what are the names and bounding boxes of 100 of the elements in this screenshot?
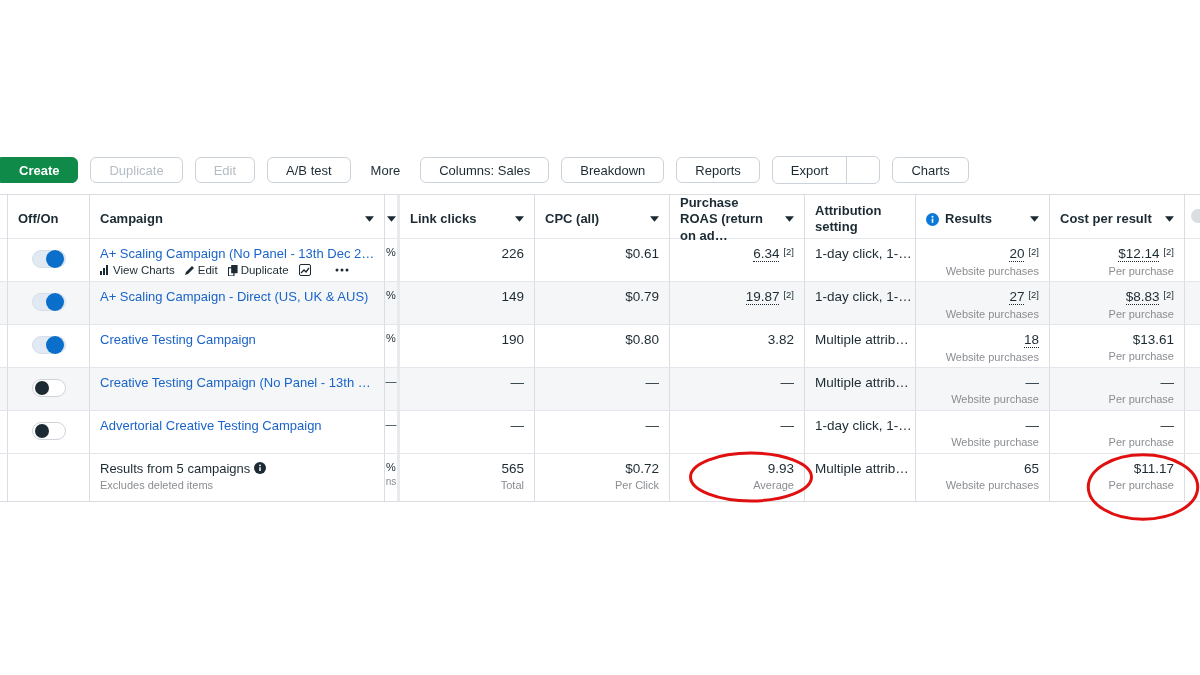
column-title: Cost per result <box>1060 211 1153 228</box>
row-action-link[interactable]: Edit <box>184 264 218 276</box>
caret-icon[interactable] <box>365 216 374 223</box>
table-cell: 20 <box>1009 246 1025 262</box>
table-cell: 6.34 <box>753 246 780 262</box>
cell-caption: Per purchase <box>1108 436 1174 448</box>
table-cell: 226 <box>501 246 524 261</box>
table-cell: Multiple attrib… <box>815 332 909 347</box>
column-title: Purchase ROAS (return on ad… <box>680 195 765 244</box>
info-icon[interactable] <box>254 462 267 474</box>
column-title: CPC (all) <box>545 211 601 228</box>
cell-caption: Average <box>753 479 794 491</box>
table-cell: — <box>510 375 524 390</box>
export-split-button[interactable]: Export <box>771 156 881 184</box>
caret-icon[interactable] <box>515 216 524 223</box>
row-action-link[interactable]: View Charts <box>100 264 175 276</box>
footnote-mark[interactable]: [2] <box>783 289 794 300</box>
cell-caption: Website purchase <box>951 436 1039 448</box>
toggle-switch[interactable] <box>31 336 66 354</box>
table-cell: 27 <box>1009 289 1025 305</box>
toolbar-button[interactable]: Columns: Sales <box>420 157 550 183</box>
trend-chart-icon[interactable] <box>298 264 311 276</box>
campaign-link[interactable]: A+ Scaling Campaign (No Panel - 13th Dec 2… <box>100 246 374 261</box>
toggle-switch[interactable] <box>31 250 66 268</box>
table-cell: — <box>1025 418 1039 433</box>
column-header[interactable]: Purchase ROAS (return on ad… <box>670 195 805 244</box>
caret-icon[interactable] <box>785 216 794 223</box>
campaign-link[interactable]: Creative Testing Campaign <box>100 332 374 347</box>
footnote-mark[interactable]: [2] <box>1028 246 1039 257</box>
caret-icon[interactable] <box>1165 216 1174 223</box>
table-cell: 1-day click, 1-… <box>815 289 912 304</box>
table-cell: — <box>780 418 794 433</box>
table-cell: % <box>386 246 396 258</box>
table-cell: 3.82 <box>767 332 794 347</box>
bar-chart-icon <box>100 265 110 275</box>
table-cell: $0.61 <box>625 246 659 261</box>
table-cell: % <box>386 289 396 301</box>
column-title: Link clicks <box>410 211 478 228</box>
column-title: Campaign <box>100 211 164 228</box>
column-header[interactable]: Off/On <box>8 195 90 244</box>
cell-caption: ns <box>385 476 397 487</box>
cell-caption: Website purchases <box>945 351 1039 363</box>
table-cell: 1-day click, 1-… <box>815 418 912 433</box>
campaign-link[interactable]: A+ Scaling Campaign - Direct (US, UK & AUS) <box>100 289 374 304</box>
toolbar-button[interactable]: Reports <box>676 157 760 183</box>
table-cell: % <box>386 461 396 473</box>
table-cell: $0.80 <box>625 332 659 347</box>
cell-caption: Per purchase <box>1108 393 1174 405</box>
table-cell: — <box>780 375 794 390</box>
table-cell: Multiple attrib… <box>815 461 905 476</box>
table-cell: — <box>1160 375 1174 390</box>
cell-caption: Per purchase <box>1108 479 1174 491</box>
table-cell: 1-day click, 1-… <box>815 246 912 261</box>
table-cell: $13.61 <box>1132 332 1174 347</box>
table-cell: Multiple attrib… <box>815 375 909 390</box>
footnote-mark[interactable]: [2] <box>1163 289 1174 300</box>
table-cell: % <box>386 332 396 344</box>
table-cell: — <box>1025 375 1039 390</box>
table-cell: 18 <box>1023 332 1039 348</box>
toolbar-button[interactable]: Charts <box>892 157 969 183</box>
table-cell: $8.83 <box>1125 289 1160 305</box>
column-header[interactable]: Campaign <box>90 195 385 244</box>
table-cell: $11.17 <box>1133 461 1174 476</box>
column-header[interactable]: Results <box>916 195 1050 244</box>
table-cell: — <box>645 418 659 433</box>
summary-title: Results from 5 campaigns <box>100 461 251 476</box>
toggle-switch[interactable] <box>31 379 66 397</box>
footnote-mark[interactable]: [2] <box>1028 289 1039 300</box>
more-icon[interactable] <box>334 268 349 272</box>
row-action-link[interactable]: Duplicate <box>227 264 289 276</box>
column-header[interactable]: Link clicks <box>400 195 535 244</box>
column-header[interactable]: CPC (all) <box>535 195 670 244</box>
toggle-switch[interactable] <box>31 293 66 311</box>
column-title: Attribution setting <box>815 203 883 236</box>
copy-icon <box>227 264 238 276</box>
cell-caption: Per Click <box>615 479 659 491</box>
table-cell: 19.87 <box>745 289 780 305</box>
table-cell: 190 <box>501 332 524 347</box>
cell-caption: Website purchases <box>945 265 1039 277</box>
caret-icon[interactable] <box>386 216 396 223</box>
column-title: Off/On <box>18 211 60 228</box>
column-header[interactable]: Attribution setting <box>805 195 916 244</box>
table-cell: — <box>1160 418 1174 433</box>
cell-caption: Per purchase <box>1108 350 1174 362</box>
cell-caption: Per purchase <box>1108 308 1174 320</box>
cell-caption: Website purchases <box>945 479 1039 491</box>
toolbar-button[interactable]: A/B test <box>267 157 351 183</box>
footnote-mark[interactable]: [2] <box>783 246 794 257</box>
toolbar-button[interactable]: Breakdown <box>561 157 665 183</box>
column-header[interactable]: Cost per result <box>1050 195 1185 244</box>
create-button[interactable]: Create <box>0 157 79 183</box>
toggle-switch[interactable] <box>31 422 66 440</box>
campaign-link[interactable]: Creative Testing Campaign (No Panel - 13th … <box>100 375 374 390</box>
table-cell: $12.14 <box>1118 246 1160 262</box>
campaign-link[interactable]: Advertorial Creative Testing Campaign <box>100 418 374 433</box>
caret-icon[interactable] <box>1030 216 1039 223</box>
table-cell: 149 <box>501 289 524 304</box>
table-cell: — <box>510 418 524 433</box>
caret-icon[interactable] <box>650 216 659 223</box>
footnote-mark[interactable]: [2] <box>1163 246 1174 257</box>
